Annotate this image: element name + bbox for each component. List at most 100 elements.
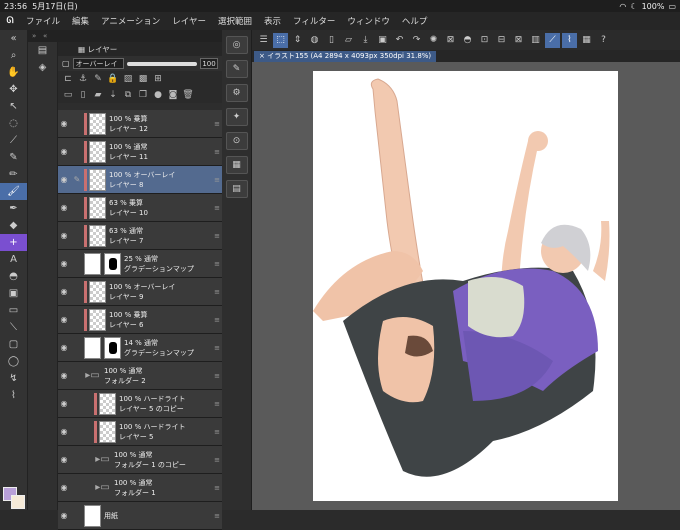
visibility-eye-icon[interactable]: ◉ <box>58 175 70 184</box>
drag-handle-icon[interactable]: ≡ <box>212 288 222 296</box>
visibility-eye-icon[interactable]: ◉ <box>58 119 70 128</box>
visibility-eye-icon[interactable]: ◉ <box>58 483 70 492</box>
layer-row[interactable]: ◉ 100 % 乗算 レイヤー 12 ≡ <box>58 110 222 138</box>
layer-check-box[interactable] <box>70 250 84 277</box>
layer-property-icon[interactable]: ◈ <box>28 59 57 76</box>
layer-check-box[interactable] <box>70 418 84 445</box>
visibility-eye-icon[interactable]: ◉ <box>58 287 70 296</box>
gradient-icon[interactable]: ▣ <box>0 285 27 302</box>
drag-handle-icon[interactable]: ≡ <box>212 176 222 184</box>
export-icon[interactable]: ▣ <box>375 33 390 48</box>
blend-icon[interactable]: + <box>0 234 27 251</box>
layer-row[interactable]: ◉ 63 % 通常 レイヤー 7 ≡ <box>58 222 222 250</box>
pencil-icon[interactable]: ✏ <box>0 166 27 183</box>
menu-help[interactable]: ヘルプ <box>396 15 434 27</box>
layer-row[interactable]: ◉ ▸▭ 100 % 通常 フォルダー 2 ≡ <box>58 362 222 390</box>
collapse-icon[interactable]: « <box>0 30 27 47</box>
sub-tool-icon-3[interactable]: ⚙ <box>225 84 248 102</box>
drag-handle-icon[interactable]: ≡ <box>212 204 222 212</box>
balloon-icon[interactable]: ◯ <box>0 353 27 370</box>
layer-check-box[interactable] <box>70 306 84 333</box>
ruler-icon[interactable]: ⟍ <box>0 319 27 336</box>
drag-handle-icon[interactable]: ≡ <box>212 316 222 324</box>
visibility-eye-icon[interactable]: ◉ <box>58 427 70 436</box>
visibility-eye-icon[interactable]: ◉ <box>58 259 70 268</box>
layer-check-box[interactable] <box>70 334 84 361</box>
eraser-icon[interactable]: ◆ <box>0 217 27 234</box>
layer-check-box[interactable] <box>70 278 84 305</box>
deselect-icon[interactable]: ⊟ <box>494 33 509 48</box>
correct-line-icon[interactable]: ↯ <box>0 370 27 387</box>
visibility-eye-icon[interactable]: ◉ <box>58 231 70 240</box>
background-color[interactable] <box>11 495 25 509</box>
merge-icon[interactable]: ⧉ <box>122 90 134 100</box>
redo-icon[interactable]: ↷ <box>409 33 424 48</box>
new-vector-layer-icon[interactable]: ▯ <box>77 90 89 100</box>
menu-layer[interactable]: レイヤー <box>166 15 212 27</box>
layer-row[interactable]: ◉ 63 % 乗算 レイヤー 10 ≡ <box>58 194 222 222</box>
open-icon[interactable]: ▱ <box>341 33 356 48</box>
arrows-icon[interactable]: ⇕ <box>290 33 305 48</box>
menu-icon[interactable]: ☰ <box>256 33 271 48</box>
figure-icon[interactable]: ▭ <box>0 302 27 319</box>
navigator-icon[interactable]: ▤ <box>28 42 57 59</box>
ruler-range-icon[interactable]: ⊞ <box>152 74 164 84</box>
layer-color-icon[interactable]: ▢ <box>62 59 70 68</box>
tab-layer[interactable]: ▦ レイヤー <box>58 42 222 56</box>
decoration-icon[interactable]: ⌇ <box>0 387 27 404</box>
color-wheel-icon[interactable]: ◍ <box>307 33 322 48</box>
visibility-eye-icon[interactable]: ◉ <box>58 343 70 352</box>
operation-icon[interactable]: ↖ <box>0 98 27 115</box>
sub-tool-icon-1[interactable]: ◎ <box>225 36 248 54</box>
mask-apply-icon[interactable]: ◙ <box>167 90 179 100</box>
document-tab[interactable]: × イラスト155 (A4 2894 x 4093px 350dpi 31.8%… <box>254 51 437 62</box>
visibility-eye-icon[interactable]: ◉ <box>58 315 70 324</box>
layer-check-box[interactable] <box>70 474 84 501</box>
lock-icon[interactable]: 🔒 <box>107 74 119 84</box>
layer-check-box[interactable] <box>70 110 84 137</box>
menu-selection[interactable]: 選択範囲 <box>212 15 258 27</box>
save-icon[interactable]: ⤓ <box>358 33 373 48</box>
pen-icon[interactable]: ✎ <box>0 149 27 166</box>
layer-check-box[interactable] <box>70 362 84 389</box>
snap-special-icon[interactable]: ⌇ <box>562 32 577 48</box>
opacity-value[interactable]: 100 <box>200 58 218 69</box>
eyedropper-icon[interactable]: ⟋ <box>0 132 27 149</box>
sub-tool-icon-6[interactable]: ▦ <box>225 156 248 174</box>
blend-mode-select[interactable]: オーバーレイ <box>72 58 125 69</box>
airbrush-icon[interactable]: ✒ <box>0 200 27 217</box>
mask-icon[interactable]: ● <box>152 90 164 100</box>
canvas-area[interactable] <box>252 62 680 510</box>
visibility-eye-icon[interactable]: ◉ <box>58 371 70 380</box>
move-icon[interactable]: ✥ <box>0 81 27 98</box>
sub-tool-icon-4[interactable]: ✦ <box>225 108 248 126</box>
layer-check-box[interactable] <box>70 222 84 249</box>
canvas-paper[interactable] <box>313 71 618 501</box>
layer-row[interactable]: ◉ ▸▭ 100 % 通常 フォルダー 1 のコピー ≡ <box>58 446 222 474</box>
visibility-eye-icon[interactable]: ◉ <box>58 203 70 212</box>
layer-row[interactable]: ◉ 100 % 乗算 レイヤー 6 ≡ <box>58 306 222 334</box>
zoom-icon[interactable]: ⌕ <box>0 47 27 64</box>
layer-row[interactable]: ◉ 14 % 通常 グラデーションマップ ≡ <box>58 334 222 362</box>
layer-check-box[interactable] <box>70 138 84 165</box>
show-area-icon[interactable]: ▥ <box>528 33 543 48</box>
sub-tool-icon-7[interactable]: ▤ <box>225 180 248 198</box>
frame-icon[interactable]: ▢ <box>0 336 27 353</box>
new-doc-icon[interactable]: ▯ <box>324 33 339 48</box>
hand-icon[interactable]: ✋ <box>0 64 27 81</box>
selection-mode-icon[interactable]: ⬚ <box>273 32 288 48</box>
undo-icon[interactable]: ↶ <box>392 33 407 48</box>
visibility-eye-icon[interactable]: ◉ <box>58 511 70 520</box>
lock-transparency-icon[interactable]: ▨ <box>122 74 134 84</box>
drag-handle-icon[interactable]: ≡ <box>212 428 222 436</box>
layer-check-box[interactable] <box>70 446 84 473</box>
menu-animation[interactable]: アニメーション <box>95 15 166 27</box>
fill-icon[interactable]: ◓ <box>0 268 27 285</box>
menu-window[interactable]: ウィンドウ <box>341 15 396 27</box>
new-raster-layer-icon[interactable]: ▭ <box>62 90 74 100</box>
menu-view[interactable]: 表示 <box>258 15 287 27</box>
help-icon[interactable]: ? <box>596 33 611 48</box>
drag-handle-icon[interactable]: ≡ <box>212 400 222 408</box>
panel-expand-icon[interactable]: « <box>43 32 47 40</box>
opacity-slider[interactable] <box>127 61 198 66</box>
